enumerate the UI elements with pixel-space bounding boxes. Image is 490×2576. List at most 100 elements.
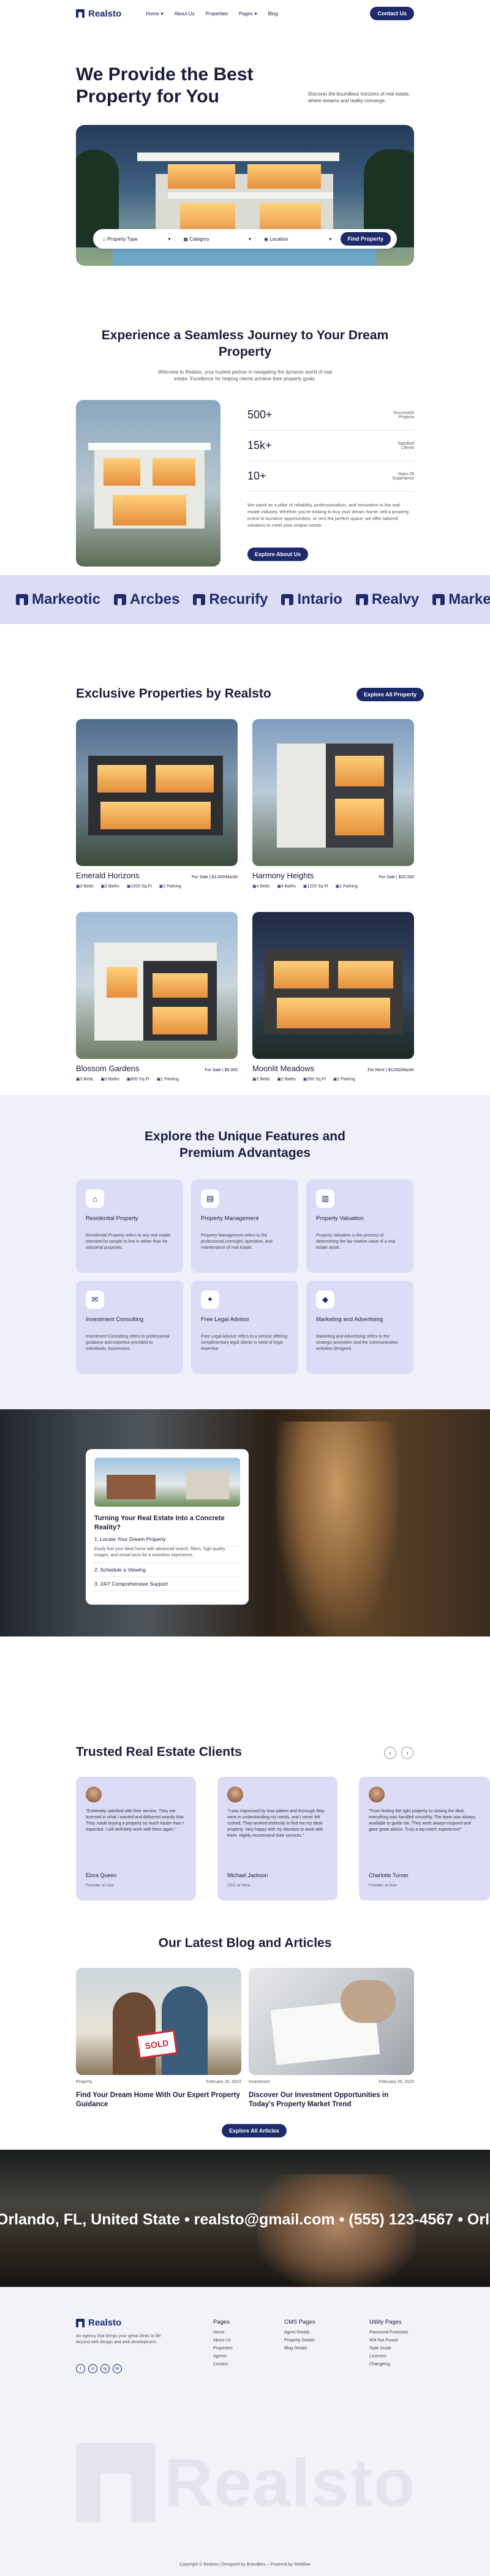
footer-link[interactable]: Contact [213, 2362, 233, 2367]
twitter-icon[interactable]: tw [113, 2364, 122, 2373]
feature-card[interactable]: ▥ Property Valuation Property Valuation … [306, 1180, 413, 1273]
property-price: For Sale | $9,000 [205, 1068, 238, 1072]
top-nav: Realsto Home ▾ About Us Properties Pages ▾… [0, 0, 490, 27]
property-price: For Sale | $20,000 [379, 875, 414, 879]
footer-link[interactable]: Licenses [369, 2354, 408, 2359]
menu-item-properties[interactable]: Properties [205, 11, 227, 17]
brand-arcbes: Arcbes [114, 591, 179, 608]
avatar [227, 1787, 243, 1802]
contact-marquee: Orlando, FL, United State • realsto@gmai… [0, 2211, 490, 2228]
stat-projects: 500+ Successful Projects [247, 400, 414, 431]
next-arrow-icon[interactable]: › [401, 1747, 413, 1759]
location-select[interactable]: ◉ Location ▾ [260, 236, 336, 242]
property-type-select[interactable]: ⌂ Property Type ▾ [99, 236, 175, 242]
footer-link[interactable]: Home [213, 2330, 233, 2335]
blog-post-title[interactable]: Find Your Dream Home With Our Expert Pro… [76, 2091, 241, 2109]
footer-big-brand: Realsto [76, 2437, 419, 2529]
megaphone-icon: ◆ [316, 1290, 334, 1309]
step-locate[interactable]: 1. Locate Your Dream Property [94, 1532, 240, 1546]
step-schedule[interactable]: 2. Schedule a Viewing [94, 1563, 240, 1577]
property-card[interactable]: Moonlit Meadows For Rent | $3,000/Month 2… [252, 912, 414, 1082]
feature-card[interactable]: ✦ Free Legal Advisor Free Legal Advisor … [191, 1281, 298, 1374]
find-property-button[interactable]: Find Property [340, 232, 391, 246]
explore-articles-button[interactable]: Explore All Articles [222, 2124, 287, 2137]
footer-link[interactable]: Agents [213, 2354, 233, 2359]
concrete-reality-card: Turning Your Real Estate Into a Concrete… [86, 1449, 249, 1605]
main-menu: Home ▾ About Us Properties Pages ▾ Blog [146, 11, 277, 17]
property-name: Moonlit Meadows [252, 1064, 315, 1073]
footer-link[interactable]: Blog Details [284, 2346, 315, 2351]
property-image [76, 719, 238, 866]
chevron-down-icon: ▾ [248, 236, 251, 242]
explore-about-button[interactable]: Explore About Us [247, 548, 309, 561]
property-meta: 4 Beds4 Baths1220 Sq.Ft1 Parking [252, 884, 414, 889]
menu-item-blog[interactable]: Blog [268, 11, 278, 17]
testimonial-card: "From finding the right property to clos… [359, 1777, 490, 1900]
footer-logo[interactable]: Realsto [76, 2318, 121, 2328]
testimonial-card: "Extremely satisfied with their service.… [76, 1777, 196, 1900]
facebook-icon[interactable]: f [76, 2364, 85, 2373]
brand-logo-icon [281, 594, 294, 605]
feature-card[interactable]: ⌂ Residential Property Residential Prope… [76, 1180, 183, 1273]
footer-link[interactable]: 404 Not Found [369, 2338, 408, 2343]
feature-card[interactable]: ▤ Property Management Property Managemen… [191, 1180, 298, 1273]
property-search-bar: ⌂ Property Type ▾ ▦ Category ▾ ◉ Locatio… [93, 229, 397, 249]
menu-item-pages[interactable]: Pages ▾ [239, 11, 257, 17]
stat-clients: 15k+ Satisfied Clients [247, 431, 414, 461]
menu-item-about[interactable]: About Us [175, 11, 195, 17]
property-meta: 2 Beds2 Baths950 Sq.Ft2 Parking [252, 1077, 414, 1082]
blog-image[interactable] [249, 1968, 414, 2075]
brand-logo-icon [355, 594, 368, 605]
prev-arrow-icon[interactable]: ‹ [384, 1747, 396, 1759]
chevron-down-icon: ▾ [160, 10, 164, 17]
footer-link[interactable]: Properties [213, 2346, 233, 2351]
features-section: Explore the Unique Features and Premium … [0, 1095, 490, 1409]
blog-post-title[interactable]: Discover Our Investment Opportunities in… [249, 2091, 414, 2109]
property-name: Blossom Gardens [76, 1064, 140, 1073]
brand-logo[interactable]: Realsto [76, 9, 121, 19]
properties-title: Exclusive Properties by Realsto [76, 687, 271, 701]
brand-logo-icon [432, 594, 445, 605]
logo-icon [76, 9, 85, 18]
footer-link[interactable]: Agent Details [284, 2330, 315, 2335]
brand-name: Realsto [88, 8, 122, 19]
feature-card[interactable]: ✉ Investment Consulting Investment Consu… [76, 1281, 183, 1374]
contact-band: Orlando, FL, United State • realsto@gmai… [0, 2150, 490, 2287]
chevron-down-icon: ▾ [168, 236, 171, 242]
property-card[interactable]: Harmony Heights For Sale | $20,000 4 Beds… [252, 719, 414, 889]
brand-realvy: Realvy [355, 591, 419, 608]
big-logo-icon [76, 2443, 156, 2523]
property-card[interactable]: Emerald Horizons For Sale | $3,400/Month … [76, 719, 238, 889]
grid-icon: ▦ [183, 236, 189, 242]
features-title: Explore the Unique Features and Premium … [145, 1129, 345, 1160]
footer-link[interactable]: Changelog [369, 2362, 408, 2367]
menu-item-home[interactable]: Home ▾ [146, 11, 163, 17]
footer-description: An agency that brings your great ideas t… [76, 2334, 161, 2344]
footer-link[interactable]: About Us [213, 2338, 233, 2343]
blog-date: February 20, 2023 [206, 2080, 241, 2084]
property-meta: 3 Beds3 Baths850 Sq.Ft1 Parking [76, 1077, 238, 1082]
instagram-icon[interactable]: ig [100, 2364, 110, 2373]
linkedin-icon[interactable]: in [88, 2364, 97, 2373]
blog-image[interactable]: SOLD [76, 1968, 241, 2075]
chevron-down-icon: ▾ [329, 236, 332, 242]
property-card[interactable]: Blossom Gardens For Sale | $9,000 3 Beds3… [76, 912, 238, 1082]
brand-recurify: Recurify [193, 591, 268, 608]
category-select[interactable]: ▦ Category ▾ [180, 236, 255, 242]
step-support[interactable]: 3. 24/7 Comprehensive Support [94, 1577, 240, 1591]
blog-category: Property [76, 2080, 92, 2084]
property-name: Harmony Heights [252, 871, 314, 880]
property-price: For Sale | $3,400/Month [192, 875, 238, 879]
brand-marke: Marke [432, 591, 490, 608]
contact-us-button[interactable]: Contact Us [370, 7, 414, 20]
house-icon: ⌂ [103, 236, 106, 242]
explore-properties-button[interactable]: Explore All Property [356, 688, 424, 701]
brand-strip: Markeotic Arcbes Recurify Intario Realvy… [0, 575, 490, 624]
footer-link[interactable]: Property Details [284, 2338, 315, 2343]
feature-card[interactable]: ◆ Marketing and Advertising Marketing an… [306, 1281, 413, 1374]
hero-subtitle: Discover the boundless horizons of real … [308, 91, 410, 104]
footer-link[interactable]: Style Guide [369, 2346, 408, 2351]
journey-title: Experience a Seamless Journey to Your Dr… [101, 328, 389, 359]
brand-intario: Intario [281, 591, 342, 608]
footer-link[interactable]: Password Protected [369, 2330, 408, 2335]
